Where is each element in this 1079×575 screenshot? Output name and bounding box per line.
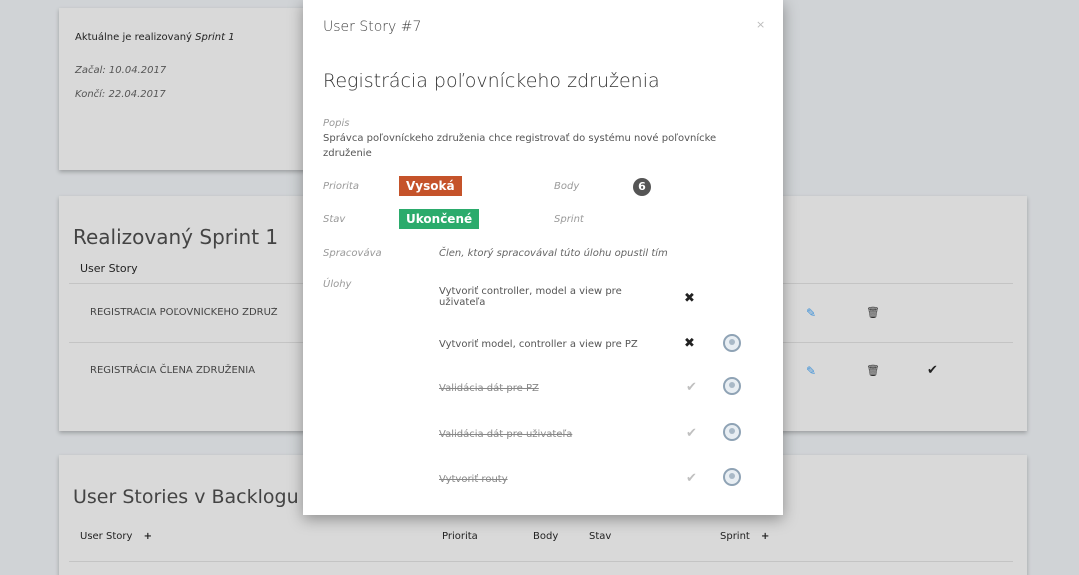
modal-title: Registrácia poľovníckeho združenia [323,70,660,92]
task-item[interactable]: Vytvoriť model, controller a view pre PZ [439,339,638,350]
backlog-col-state[interactable]: Stav [589,531,611,542]
divider [69,561,1013,562]
priority-badge: Vysoká [399,176,462,196]
tasks-label: Úlohy [323,279,352,290]
realized-row-name[interactable]: REGISTRÁCIA ČLENA ZDRUŽENIA [90,365,255,376]
check-icon[interactable]: ✔ [927,363,938,378]
trash-icon[interactable]: 🗑 [866,364,880,377]
backlog-col-sprint-label: Sprint [720,531,750,542]
points-label: Body [554,181,580,192]
state-badge: Ukončené [399,209,480,229]
edit-icon[interactable]: ✎ [806,306,816,320]
description-text-line2: združenie [323,148,372,159]
task-item[interactable]: Validácia dát pre uživateľa [439,429,572,440]
task-text: Vytvoriť controller, model a view pre [439,286,622,297]
task-item[interactable]: Vytvoriť controller, model a view pre už… [439,286,622,308]
sort-icon[interactable]: + [144,531,152,542]
check-icon[interactable]: ✔ [686,426,697,441]
backlog-col-priority[interactable]: Priorita [442,531,478,542]
modal-header: User Story #7 [323,19,422,35]
backlog-col-points[interactable]: Body [533,531,558,542]
check-icon[interactable]: ✔ [686,471,697,486]
description-text-line1: Správca poľovníckeho združenia chce regi… [323,133,717,144]
user-avatar [723,377,741,395]
state-label: Stav [323,214,346,225]
sort-icon[interactable]: + [761,531,769,542]
priority-label: Priorita [323,181,359,192]
close-icon[interactable]: ✖ [684,291,695,306]
check-icon[interactable]: ✔ [686,380,697,395]
task-item[interactable]: Vytvoriť routy [439,474,508,485]
description-label: Popis [323,118,350,129]
points-badge: 6 [633,178,651,196]
backlog-col-user-story[interactable]: User Story + [80,531,152,542]
close-icon[interactable]: × [756,18,765,31]
assignee-value: Člen, ktorý spracovával túto úlohu opust… [439,248,668,259]
close-icon[interactable]: ✖ [684,336,695,351]
realized-row-name[interactable]: REGISTRÁCIA POĽOVNÍCKEHO ZDRUŽ [90,307,303,318]
user-story-modal: User Story #7 × Registrácia poľovníckeho… [303,0,783,515]
task-text: uživateľa [439,297,486,308]
realized-sprint-title: Realizovaný Sprint 1 [73,225,279,249]
assignee-label: Spracováva [323,248,382,259]
user-avatar [723,334,741,352]
trash-icon[interactable]: 🗑 [866,306,880,319]
sprint-end-date: Končí: 22.04.2017 [75,89,166,100]
backlog-col-sprint[interactable]: Sprint + [720,531,769,542]
current-sprint-name: Sprint 1 [195,32,235,43]
sprint-start-date: Začal: 10.04.2017 [75,65,167,76]
current-sprint-prefix: Aktuálne je realizovaný [75,32,192,43]
user-avatar [723,423,741,441]
backlog-col-user-story-label: User Story [80,531,133,542]
task-item[interactable]: Validácia dát pre PZ [439,383,539,394]
edit-icon[interactable]: ✎ [806,364,816,378]
current-sprint-text: Aktuálne je realizovaný Sprint 1 [75,32,235,43]
backlog-title: User Stories v Backlogu [73,486,299,508]
realized-col-user-story[interactable]: User Story [80,262,138,275]
user-avatar [723,468,741,486]
sprint-label: Sprint [554,214,584,225]
